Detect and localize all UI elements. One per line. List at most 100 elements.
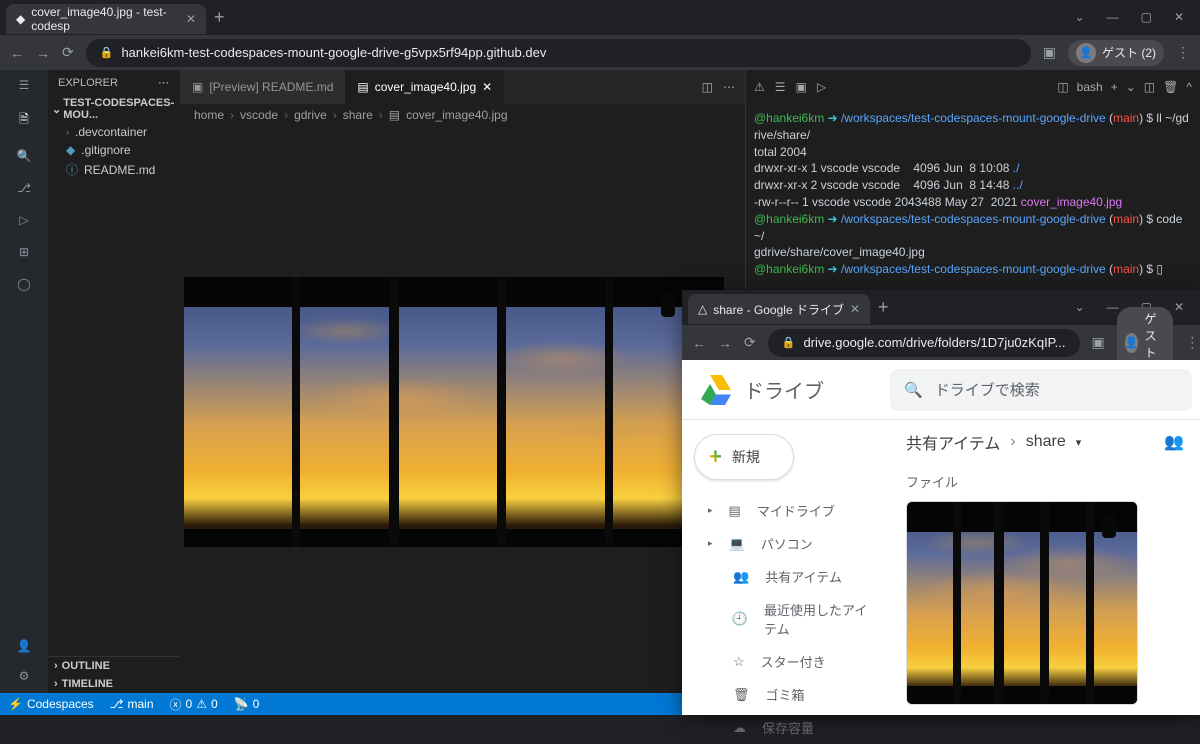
drive-nav-item[interactable]: ☆スター付き bbox=[688, 645, 884, 678]
search-icon[interactable]: 🔍 bbox=[17, 149, 32, 163]
sidebar-title: EXPLORER bbox=[58, 77, 118, 89]
breadcrumbs[interactable]: home› vscode› gdrive› share› ▤ cover_ima… bbox=[180, 104, 745, 126]
window-chevron-icon[interactable]: ⌄ bbox=[1075, 10, 1085, 24]
file-thumbnail[interactable] bbox=[906, 501, 1138, 705]
tree-file[interactable]: ⓘ README.md bbox=[48, 159, 180, 180]
editor-tab[interactable]: ▤ cover_image40.jpg ✕ bbox=[345, 70, 504, 104]
panel-icon[interactable]: ▣ bbox=[1092, 334, 1105, 351]
back-icon[interactable]: ← bbox=[692, 335, 706, 351]
image-icon: ▤ bbox=[357, 80, 368, 94]
chevron-down-icon[interactable]: ⌄ bbox=[1126, 80, 1136, 94]
problems-status[interactable]: ⓧ0 ⚠0 bbox=[162, 696, 226, 713]
extensions-icon[interactable]: ⊞ bbox=[19, 245, 29, 259]
search-icon: 🔍 bbox=[904, 381, 923, 399]
new-tab-button[interactable]: + bbox=[214, 7, 225, 28]
drive-nav-item[interactable]: 🗑ゴミ箱 bbox=[688, 678, 884, 711]
shell-label[interactable]: bash bbox=[1077, 80, 1103, 94]
branch-icon: ⎇ bbox=[110, 697, 124, 711]
forward-icon[interactable]: → bbox=[718, 335, 732, 351]
tree-file[interactable]: ◆ .gitignore bbox=[48, 141, 180, 159]
browser-tab-title: cover_image40.jpg - test-codesp bbox=[31, 5, 180, 33]
nav-label: スター付き bbox=[761, 652, 826, 671]
forward-icon[interactable]: → bbox=[36, 45, 50, 61]
settings-gear-icon[interactable]: ⚙ bbox=[19, 669, 30, 683]
nav-icon: 👥 bbox=[733, 569, 749, 585]
split-icon[interactable]: ◫ bbox=[1057, 80, 1068, 94]
nav-label: 保存容量 bbox=[762, 718, 814, 737]
codespaces-status[interactable]: ⚡ Codespaces bbox=[0, 697, 102, 711]
browser-tab[interactable]: ◆ cover_image40.jpg - test-codesp ✕ bbox=[6, 4, 206, 34]
menu-icon[interactable]: ⋮ bbox=[1176, 44, 1190, 61]
ports-status[interactable]: 📡0 bbox=[226, 697, 268, 711]
drive-nav-item[interactable]: 🕘最近使用したアイテム bbox=[688, 593, 884, 645]
new-tab-button[interactable]: + bbox=[878, 297, 889, 318]
close-icon[interactable]: ✕ bbox=[186, 12, 196, 26]
panel-split-icon[interactable]: ◫ bbox=[1144, 80, 1155, 94]
folder-root-label: TEST-CODESPACES-MOU... bbox=[63, 97, 176, 121]
problems-icon[interactable]: ⚠ bbox=[754, 80, 765, 94]
more-icon[interactable]: ⋯ bbox=[158, 76, 170, 89]
drive-logo[interactable]: ドライブ bbox=[682, 372, 890, 408]
address-bar[interactable]: 🔒 drive.google.com/drive/folders/1D7ju0z… bbox=[768, 329, 1080, 357]
outline-section[interactable]: ›OUTLINE bbox=[48, 657, 180, 675]
browser-tab-title: share - Google ドライブ bbox=[713, 301, 844, 318]
chevron-down-icon[interactable]: ▾ bbox=[1076, 436, 1082, 449]
back-icon[interactable]: ← bbox=[10, 45, 24, 61]
address-bar[interactable]: 🔒 hankei6km-test-codespaces-mount-google… bbox=[86, 39, 1031, 67]
preview-icon: ▣ bbox=[192, 80, 203, 94]
close-window-icon[interactable]: ✕ bbox=[1174, 300, 1184, 314]
lock-icon: 🔒 bbox=[100, 46, 114, 59]
editor-tab[interactable]: ▣ [Preview] README.md bbox=[180, 70, 345, 104]
window-chevron-icon[interactable]: ⌄ bbox=[1075, 300, 1085, 314]
maximize-icon[interactable]: ▢ bbox=[1141, 10, 1152, 24]
folder-root[interactable]: ⌄ TEST-CODESPACES-MOU... bbox=[48, 95, 180, 123]
chevron-right-icon: ▸ bbox=[708, 538, 713, 549]
timeline-section[interactable]: ›TIMELINE bbox=[48, 675, 180, 693]
tree-folder[interactable]: › .devcontainer bbox=[48, 123, 180, 141]
files-icon[interactable]: 🗎 bbox=[19, 110, 29, 131]
new-terminal-icon[interactable]: + bbox=[1111, 80, 1118, 94]
branch-status[interactable]: ⎇ main bbox=[102, 697, 162, 711]
drive-nav-item[interactable]: ▸💻パソコン bbox=[688, 527, 884, 560]
drive-search[interactable]: 🔍 ドライブで検索 bbox=[890, 369, 1192, 411]
debug-icon[interactable]: ▷ bbox=[19, 213, 28, 227]
more-icon[interactable]: ⋯ bbox=[723, 80, 735, 94]
new-label: 新規 bbox=[732, 447, 760, 467]
debug-console-icon[interactable]: ▣ bbox=[796, 80, 807, 94]
minimize-icon[interactable]: — bbox=[1107, 300, 1119, 314]
reload-icon[interactable]: ⟳ bbox=[744, 334, 756, 351]
browser-tab[interactable]: △ share - Google ドライブ ✕ bbox=[688, 294, 870, 324]
terminal-icon[interactable]: ▷ bbox=[817, 80, 826, 94]
share-icon[interactable]: 👥 bbox=[1164, 432, 1184, 452]
account-icon[interactable]: 👤 bbox=[17, 639, 32, 653]
crumb-leaf[interactable]: share bbox=[1026, 433, 1066, 451]
editor-tab-label: cover_image40.jpg bbox=[375, 80, 476, 94]
close-icon[interactable]: ✕ bbox=[482, 80, 492, 94]
nav-icon: ☁ bbox=[733, 720, 746, 736]
panel-icon[interactable]: ▣ bbox=[1043, 44, 1056, 61]
source-control-icon[interactable]: ⎇ bbox=[17, 181, 31, 195]
avatar-icon: 👤 bbox=[1076, 43, 1096, 63]
reload-icon[interactable]: ⟳ bbox=[62, 44, 74, 61]
minimize-icon[interactable]: — bbox=[1107, 10, 1119, 24]
drive-nav-item[interactable]: 👥共有アイテム bbox=[688, 560, 884, 593]
nav-label: マイドライブ bbox=[757, 501, 835, 520]
menu-icon[interactable]: ⋮ bbox=[1185, 334, 1199, 351]
split-editor-icon[interactable]: ◫ bbox=[702, 80, 713, 94]
trash-icon[interactable]: 🗑 bbox=[1163, 80, 1178, 94]
close-icon[interactable]: ✕ bbox=[850, 302, 860, 316]
close-window-icon[interactable]: ✕ bbox=[1174, 10, 1184, 24]
github-icon[interactable]: ◯ bbox=[17, 277, 30, 291]
url-text: drive.google.com/drive/folders/1D7ju0zKq… bbox=[803, 335, 1065, 350]
profile-chip[interactable]: 👤 ゲスト (2) bbox=[1068, 40, 1164, 66]
menu-icon[interactable]: ☰ bbox=[19, 78, 30, 92]
crumb-root[interactable]: 共有アイテム bbox=[906, 430, 1000, 454]
maximize-icon[interactable]: ^ bbox=[1186, 80, 1192, 94]
new-button[interactable]: + 新規 bbox=[694, 434, 794, 480]
output-icon[interactable]: ☰ bbox=[775, 80, 786, 94]
drive-sidebar: + 新規 ▸▤マイドライブ▸💻パソコン👥共有アイテム🕘最近使用したアイテム☆スタ… bbox=[682, 420, 890, 715]
info-icon: ⓘ bbox=[66, 161, 78, 178]
drive-nav-item[interactable]: ☁ 保存容量 bbox=[688, 711, 884, 744]
drive-nav-item[interactable]: ▸▤マイドライブ bbox=[688, 494, 884, 527]
chevron-right-icon: › bbox=[54, 678, 58, 690]
